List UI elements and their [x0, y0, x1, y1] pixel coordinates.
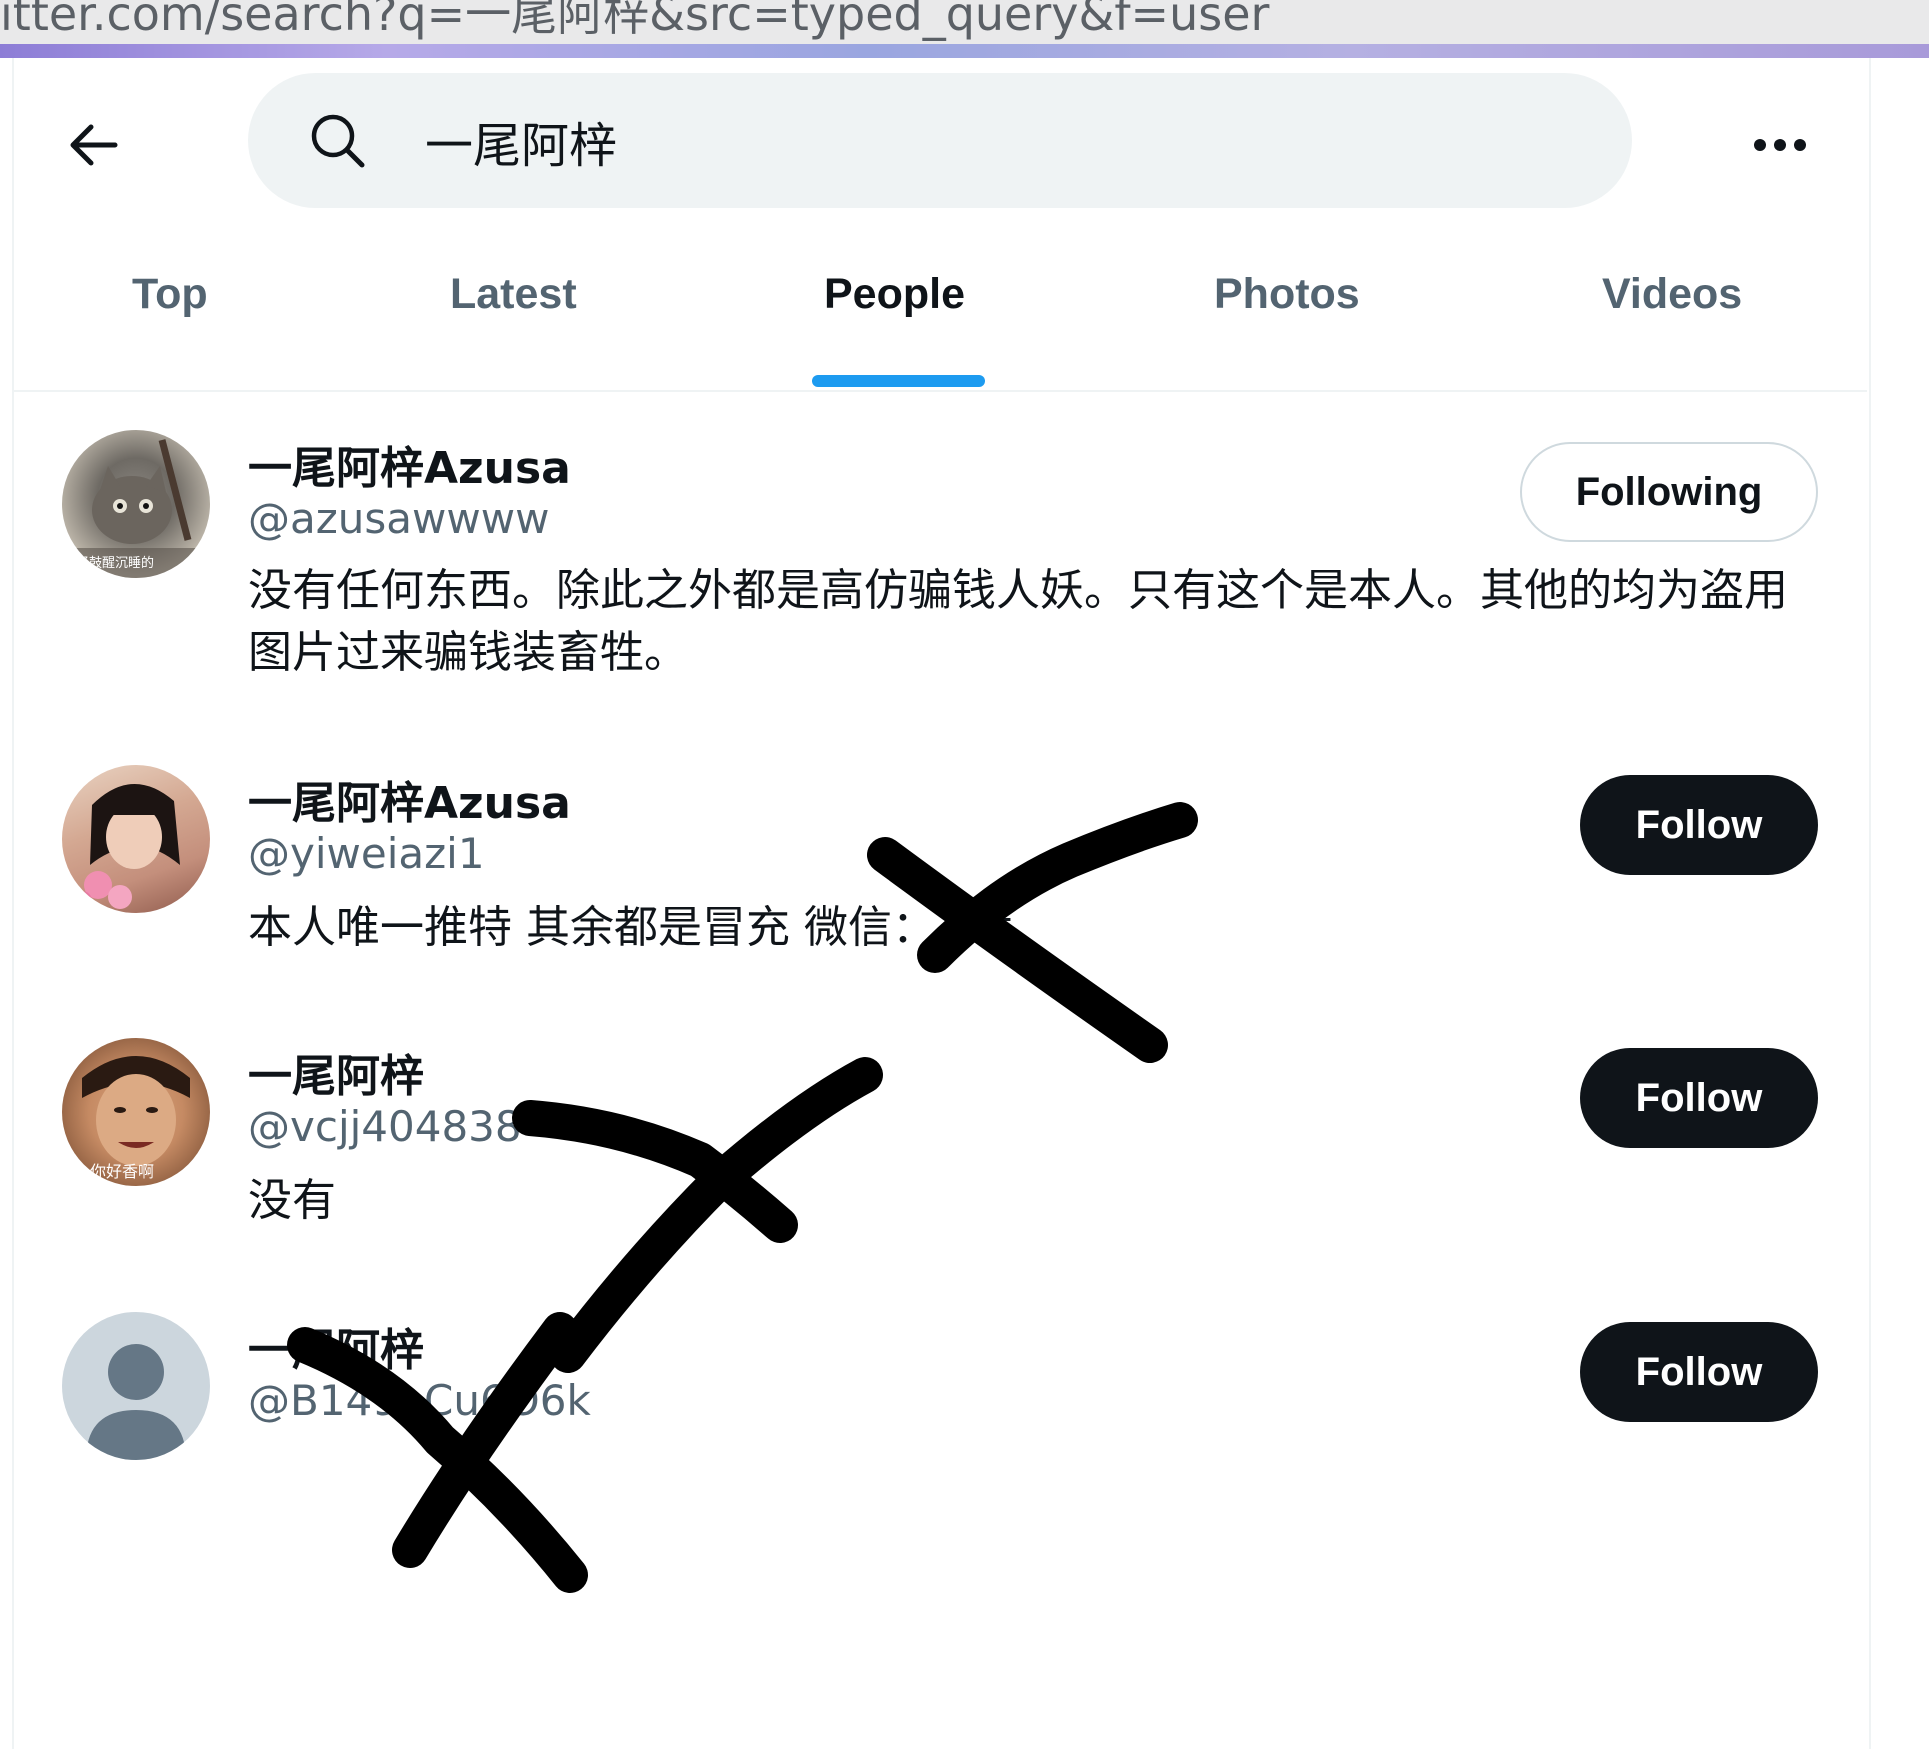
avatar[interactable]: 你好香啊: [62, 1038, 210, 1186]
user-cell[interactable]: 你好香啊 一尾阿梓 @vcjj404838 没有 Follow: [12, 1028, 1867, 1268]
user-bio: 没有任何东西。除此之外都是高仿骗钱人妖。只有这个是本人。其他的均为盗用图片过来骗…: [248, 565, 1788, 678]
user-name[interactable]: 一尾阿梓Azusa: [248, 432, 571, 496]
arrow-left-icon: [70, 124, 118, 166]
url-text: itter.com/search?q=一尾阿梓&src=typed_query&…: [0, 0, 1270, 41]
user-cell[interactable]: 经鼓醒沉睡的 一尾阿梓Azusa @azusawwww 没有任何东西。除此之外都…: [12, 420, 1867, 730]
user-name[interactable]: 一尾阿梓: [248, 1040, 424, 1104]
user-name[interactable]: 一尾阿梓: [248, 1314, 424, 1378]
avatar-caption: 经鼓醒沉睡的: [76, 556, 155, 571]
user-bio: 没有: [248, 1175, 336, 1226]
user-cell[interactable]: 一尾阿梓Azusa @yiweiazi1 本人唯一推特 其余都是冒充 微信： t…: [12, 755, 1867, 995]
user-bio: 本人唯一推特 其余都是冒充 微信： tet: [248, 902, 1012, 953]
follow-button[interactable]: Follow: [1580, 1322, 1818, 1422]
search-box[interactable]: [248, 73, 1632, 208]
more-horizontal-icon: [1754, 139, 1806, 151]
user-handle[interactable]: @azusawwww: [248, 494, 549, 543]
avatar[interactable]: [62, 1312, 210, 1460]
follow-button[interactable]: Follow: [1580, 775, 1818, 875]
tab-people[interactable]: People: [824, 270, 965, 390]
user-cell[interactable]: 一尾阿梓 @B149l Cu6O6k Follow: [12, 1302, 1867, 1502]
browser-tab-strip: [0, 44, 1929, 58]
browser-address-bar[interactable]: itter.com/search?q=一尾阿梓&src=typed_query&…: [0, 0, 1929, 44]
default-profile-icon: [86, 1344, 186, 1460]
follow-button[interactable]: Follow: [1580, 1048, 1818, 1148]
user-handle[interactable]: @B149l Cu6O6k: [248, 1376, 591, 1425]
tab-latest[interactable]: Latest: [450, 270, 577, 390]
active-tab-indicator: [812, 375, 985, 387]
avatar[interactable]: [62, 765, 210, 913]
tab-photos[interactable]: Photos: [1214, 270, 1360, 390]
user-handle[interactable]: @yiweiazi1: [248, 829, 485, 878]
tab-videos[interactable]: Videos: [1602, 270, 1742, 390]
screenshot-stage: itter.com/search?q=一尾阿梓&src=typed_query&…: [0, 0, 1929, 1749]
search-input[interactable]: [423, 95, 1577, 187]
user-handle[interactable]: @vcjj404838: [248, 1102, 522, 1151]
avatar[interactable]: 经鼓醒沉睡的: [62, 430, 210, 578]
avatar-caption: 你好香啊: [90, 1162, 155, 1181]
more-options-button[interactable]: [1740, 110, 1820, 180]
portrait-avatar-image: [72, 783, 180, 911]
search-icon: [311, 114, 365, 168]
search-tabs: Top Latest People Photos Videos: [12, 250, 1867, 392]
tab-top[interactable]: Top: [132, 270, 208, 390]
user-name[interactable]: 一尾阿梓Azusa: [248, 767, 571, 831]
back-button[interactable]: [58, 110, 128, 180]
following-button[interactable]: Following: [1520, 442, 1818, 542]
